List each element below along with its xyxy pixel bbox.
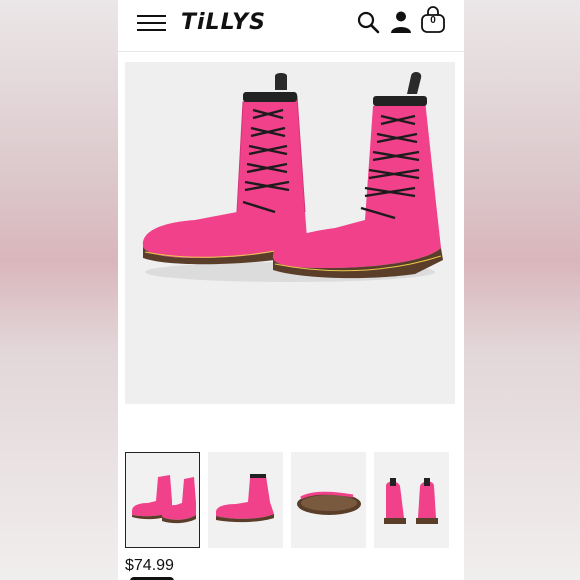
left-boot (142, 73, 309, 265)
site-header: TiLLYS 0 (118, 0, 464, 52)
pink-boots-illustration (142, 72, 443, 282)
thumbnail-1-selected[interactable] (125, 452, 200, 548)
product-main-image[interactable] (125, 62, 455, 404)
thumbnail-3[interactable] (291, 452, 366, 548)
thumbnail-strip (125, 452, 457, 548)
thumbnail-boot-sole (297, 491, 361, 515)
thumbnail-2[interactable] (208, 452, 283, 548)
search-icon[interactable] (356, 10, 380, 34)
blurred-background-left (0, 0, 118, 580)
thumbnail-boots-back (384, 478, 438, 524)
hamburger-icon[interactable] (137, 13, 166, 33)
mobile-product-page: TiLLYS 0 $74.99 (118, 0, 464, 580)
product-price: $74.99 (125, 557, 174, 574)
thumbnail-boots-pair (132, 475, 196, 524)
thumbnail-4[interactable] (374, 452, 449, 548)
thumbnail-boot-side (216, 474, 274, 523)
tillys-logo[interactable]: TiLLYS (181, 9, 311, 37)
cart-count-badge: 0 (430, 15, 436, 26)
blurred-background-right (462, 0, 580, 580)
user-icon[interactable] (390, 10, 412, 34)
